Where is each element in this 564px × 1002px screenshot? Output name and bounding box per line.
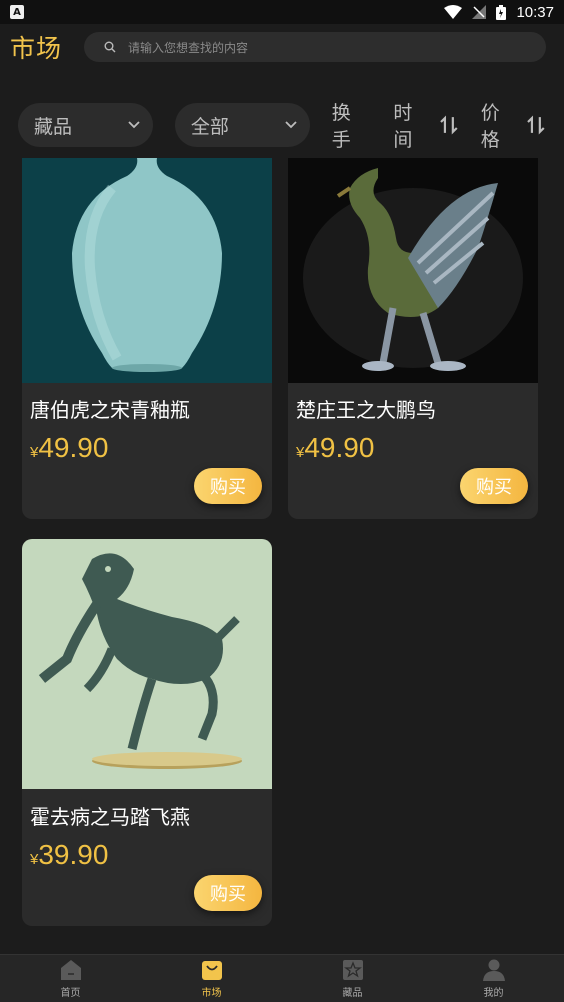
search-placeholder: 请输入您想查找的内容	[128, 40, 249, 55]
tab-market-label: 市场	[201, 988, 222, 999]
product-price: ¥39.90	[30, 839, 108, 871]
bottom-tab-bar: 首页 市场 藏品 我的	[0, 954, 564, 1002]
tab-collection-label: 藏品	[342, 988, 363, 999]
category-dropdown[interactable]: 藏品	[18, 103, 153, 147]
product-price: ¥49.90	[296, 432, 374, 464]
page-title: 市场	[10, 34, 63, 63]
category-dropdown-label: 藏品	[34, 115, 73, 138]
scope-dropdown-label: 全部	[190, 115, 229, 138]
market-bag-icon	[201, 961, 222, 980]
sort-trade-button[interactable]: 换手	[332, 98, 370, 152]
header: 市场 请输入您想查找的内容	[0, 24, 564, 70]
product-card[interactable]: 唐伯虎之宋青釉瓶 ¥49.90 购买	[22, 158, 272, 519]
user-icon	[482, 959, 505, 981]
price-value: 49.90	[304, 432, 375, 463]
chevron-down-icon	[285, 121, 297, 129]
tab-profile-label: 我的	[483, 988, 504, 999]
sort-price-label: 价格	[480, 102, 500, 151]
tab-profile[interactable]: 我的	[423, 955, 564, 1002]
sort-trade-label: 换手	[331, 102, 351, 151]
scope-dropdown[interactable]: 全部	[174, 103, 310, 147]
collection-icon	[342, 960, 363, 980]
wifi-icon	[444, 5, 463, 19]
product-card[interactable]: 霍去病之马踏飞燕 ¥39.90 购买	[22, 539, 272, 926]
home-icon	[60, 960, 81, 980]
battery-icon	[496, 4, 507, 20]
market-screen: A 10:37 市场 请输入您想查找的内容 藏品 全部 换手 时间 价格 唐伯虎…	[0, 0, 564, 1002]
buy-button[interactable]: 购买	[194, 875, 262, 911]
tab-market[interactable]: 市场	[141, 955, 282, 1002]
status-time: 10:37	[516, 3, 554, 21]
buy-button[interactable]: 购买	[194, 468, 262, 504]
product-price: ¥49.90	[30, 432, 108, 464]
product-card[interactable]: 楚庄王之大鹏鸟 ¥49.90 购买	[288, 158, 538, 519]
product-name: 霍去病之马踏飞燕	[30, 805, 190, 829]
sort-time-label: 时间	[393, 102, 413, 151]
sort-arrows-icon	[440, 115, 458, 135]
galloping-horse-image	[22, 539, 272, 789]
search-icon	[104, 41, 116, 53]
price-value: 49.90	[38, 432, 109, 463]
tab-home-label: 首页	[60, 988, 81, 999]
status-bar: A 10:37	[0, 0, 564, 24]
app-notification-icon: A	[10, 5, 24, 19]
signal-icon	[472, 5, 487, 19]
tab-home[interactable]: 首页	[0, 955, 141, 1002]
buy-button[interactable]: 购买	[460, 468, 528, 504]
tab-collection[interactable]: 藏品	[282, 955, 423, 1002]
bronze-crane-image	[288, 158, 538, 383]
sort-arrows-icon	[527, 115, 545, 135]
sort-price-button[interactable]: 价格	[481, 98, 546, 152]
celadon-vase-image	[22, 158, 272, 383]
product-name: 楚庄王之大鹏鸟	[296, 398, 436, 422]
product-name: 唐伯虎之宋青釉瓶	[30, 398, 190, 422]
price-value: 39.90	[38, 839, 109, 870]
filter-bar: 藏品 全部 换手 时间 价格	[0, 98, 564, 152]
sort-time-button[interactable]: 时间	[393, 98, 458, 152]
search-input[interactable]: 请输入您想查找的内容	[84, 32, 546, 62]
chevron-down-icon	[128, 121, 140, 129]
